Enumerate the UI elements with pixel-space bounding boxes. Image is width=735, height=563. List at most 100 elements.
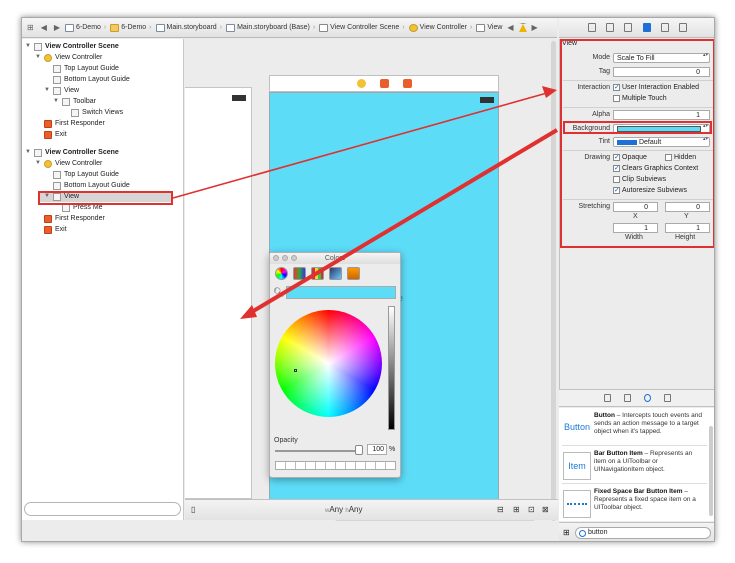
library-item-bar-button[interactable]: Item Bar Button Item – Represents an ite… (562, 448, 707, 484)
breadcrumb-folder[interactable]: 6-Demo › (110, 23, 152, 32)
library-item-description: Fixed Space Bar Button Item – Represents… (594, 488, 706, 512)
scene-icon (319, 23, 329, 32)
outline-row-top-layout-guide[interactable]: Top Layout Guide (53, 63, 119, 74)
outline-label: First Responder (55, 120, 105, 127)
opacity-value-field[interactable]: 100 (367, 444, 387, 455)
file-inspector-icon[interactable] (588, 23, 597, 32)
prev-issue-icon[interactable]: ◀ (505, 23, 515, 32)
grid-view-icon[interactable]: ⊞ (563, 528, 570, 537)
outline-label: View Controller (55, 54, 103, 61)
attributes-inspector-icon[interactable] (642, 23, 651, 32)
breadcrumb-view[interactable]: View (476, 23, 502, 32)
outline-row-view-controller[interactable]: ▼ View Controller (35, 52, 102, 63)
outline-row-top-layout-guide[interactable]: Top Layout Guide (53, 169, 119, 180)
close-icon[interactable] (273, 255, 279, 261)
forward-arrow-icon[interactable]: ▶ (52, 23, 62, 32)
breadcrumb-storyboard-base[interactable]: Main.storyboard (Base) › (226, 23, 316, 32)
disclosure-triangle-icon[interactable]: ▼ (44, 85, 50, 96)
outline-row-first-responder[interactable]: First Responder (44, 213, 105, 224)
library-selector-bar (559, 389, 714, 407)
resizing-icon[interactable]: ⊠ (542, 505, 549, 514)
outline-row-bottom-layout-guide[interactable]: Bottom Layout Guide (53, 180, 130, 191)
color-wheel-cursor[interactable] (294, 369, 297, 372)
custom-swatches-bar[interactable] (275, 461, 396, 470)
view-controller-icon (408, 23, 418, 32)
media-library-icon[interactable] (664, 394, 671, 402)
outline-row-exit[interactable]: Exit (44, 129, 67, 140)
storyboard-canvas[interactable]: Press Me ▯ wAny hAny ⊟ ⊞ ⊡ ⊠ Colors (185, 39, 558, 521)
outline-filter-input[interactable] (24, 502, 181, 516)
color-palettes-tab-icon[interactable] (311, 267, 324, 280)
outline-row-bottom-layout-guide[interactable]: Bottom Layout Guide (53, 74, 130, 85)
connections-inspector-icon[interactable] (678, 23, 687, 32)
back-arrow-icon[interactable]: ◀ (39, 23, 49, 32)
first-responder-dock-icon[interactable] (379, 79, 389, 88)
exit-dock-icon[interactable] (402, 79, 412, 88)
library-scrollbar[interactable] (709, 426, 713, 516)
breadcrumb-view-controller[interactable]: View Controller › (408, 23, 474, 32)
view-controller-dock-icon[interactable] (356, 79, 366, 88)
outline-row-first-responder[interactable]: First Responder (44, 118, 105, 129)
related-items-icon[interactable]: ⊞ (25, 23, 36, 32)
color-wheel[interactable] (275, 310, 382, 417)
disclosure-triangle-icon[interactable]: ▼ (25, 41, 31, 52)
outline-row-scene[interactable]: ▼ View Controller Scene (25, 147, 119, 158)
next-issue-icon[interactable]: ▶ (530, 23, 540, 32)
scene-dock (269, 75, 499, 92)
zoom-icon[interactable] (291, 255, 297, 261)
folder-icon (110, 23, 120, 32)
color-sliders-tab-icon[interactable] (293, 267, 306, 280)
disclosure-triangle-icon[interactable]: ▼ (25, 147, 31, 158)
outline-row-switch-views[interactable]: Switch Views (71, 107, 123, 118)
breadcrumb-scene[interactable]: View Controller Scene › (319, 23, 405, 32)
file-template-library-icon[interactable] (604, 394, 611, 402)
size-class-control[interactable]: wAny hAny (325, 505, 363, 514)
opacity-slider-track[interactable] (275, 450, 363, 452)
brightness-slider[interactable] (388, 306, 395, 430)
exit-icon (44, 225, 52, 234)
outline-row-toolbar[interactable]: ▼ Toolbar (53, 96, 96, 107)
breadcrumb-label: 6-Demo (121, 24, 147, 31)
outline-label: Top Layout Guide (64, 171, 119, 178)
battery-icon (232, 95, 246, 101)
breadcrumb-project[interactable]: 6-Demo › (65, 23, 107, 32)
pin-icon[interactable]: ⊞ (513, 505, 520, 514)
warning-icon[interactable] (518, 23, 527, 32)
outline-row-exit[interactable]: Exit (44, 224, 67, 235)
disclosure-triangle-icon[interactable]: ▼ (35, 158, 41, 169)
outline-row-scene[interactable]: ▼ View Controller Scene (25, 41, 119, 52)
project-icon (65, 23, 75, 32)
identity-inspector-icon[interactable] (624, 23, 633, 32)
library-item-fixed-space[interactable]: Fixed Space Bar Button Item – Represents… (562, 486, 707, 522)
object-library[interactable]: Button Button – Intercepts touch events … (559, 408, 714, 522)
colors-mode-tabs (270, 264, 400, 283)
align-icon[interactable]: ⊟ (497, 505, 504, 514)
opacity-slider-knob[interactable] (355, 445, 363, 455)
object-library-icon[interactable] (644, 394, 651, 402)
view-controller-icon (44, 159, 52, 168)
crayons-tab-icon[interactable] (347, 267, 360, 280)
outline-row-view[interactable]: ▼ View (44, 85, 79, 96)
colors-panel[interactable]: Colors 🔍︎ Opacity 100 % (269, 252, 401, 478)
outline-label: Toolbar (73, 98, 96, 105)
outline-row-view-controller[interactable]: ▼ View Controller (35, 158, 102, 169)
fixed-space-preview-icon (563, 490, 591, 518)
library-search-input[interactable]: button (575, 527, 711, 539)
library-item-button[interactable]: Button Button – Intercepts touch events … (562, 410, 707, 446)
outline-toggle-icon[interactable]: ▯ (191, 505, 195, 514)
magnifier-icon[interactable]: 🔍︎ (273, 287, 284, 298)
colors-title-bar[interactable]: Colors (270, 253, 400, 264)
vertical-scrollbar[interactable] (551, 41, 556, 521)
first-responder-icon (44, 119, 52, 128)
size-inspector-icon[interactable] (660, 23, 669, 32)
breadcrumb-storyboard[interactable]: Main.storyboard › (155, 23, 224, 32)
code-snippet-library-icon[interactable] (624, 394, 631, 402)
resolve-icon[interactable]: ⊡ (528, 505, 535, 514)
disclosure-triangle-icon[interactable]: ▼ (53, 96, 59, 107)
quick-help-icon[interactable] (606, 23, 615, 32)
canvas-bottom-bar: ▯ wAny hAny ⊟ ⊞ ⊡ ⊠ (185, 499, 558, 520)
image-palettes-tab-icon[interactable] (329, 267, 342, 280)
minimize-icon[interactable] (282, 255, 288, 261)
disclosure-triangle-icon[interactable]: ▼ (35, 52, 41, 63)
color-wheel-tab-icon[interactable] (275, 267, 288, 280)
